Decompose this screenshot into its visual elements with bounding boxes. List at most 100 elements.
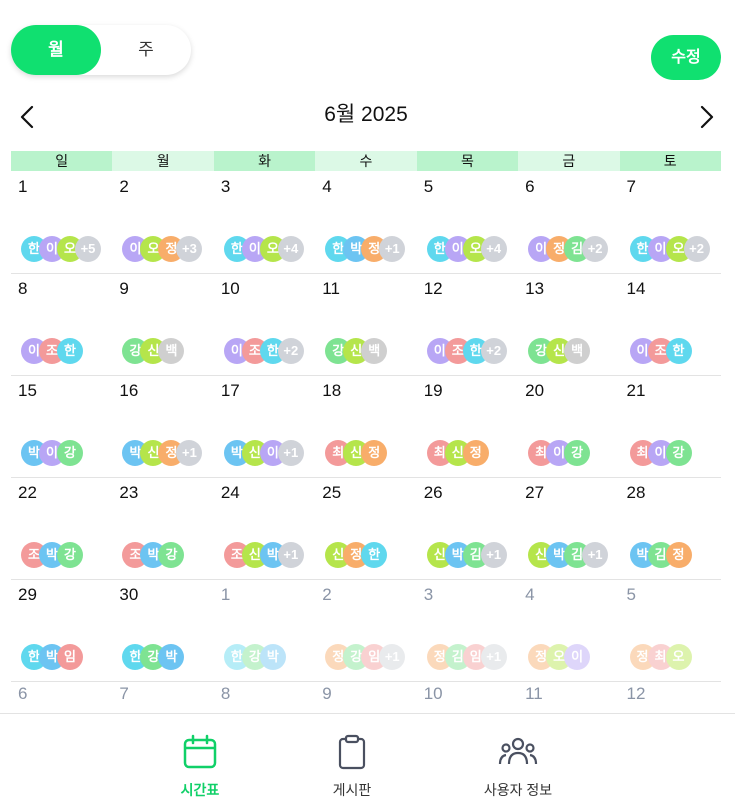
avatar: 정 bbox=[462, 440, 489, 466]
day-number: 21 bbox=[626, 381, 646, 400]
calendar-day-cell[interactable]: 5정최오 bbox=[620, 580, 721, 681]
day-number: 23 bbox=[119, 483, 139, 502]
prev-month-button[interactable] bbox=[14, 103, 44, 131]
calendar-day-cell[interactable]: 20 최 이 강 bbox=[518, 376, 619, 477]
calendar-day-cell[interactable]: 6 bbox=[11, 679, 112, 709]
avatar: 백 bbox=[564, 338, 591, 364]
bottom-tab-bar: 시간표 게시판 사용자 정보 bbox=[0, 713, 735, 811]
weekday-label: 목 bbox=[416, 151, 519, 171]
calendar-day-cell[interactable]: 10 이 조 한 +2 bbox=[214, 274, 315, 375]
more-count-badge: +4 bbox=[277, 236, 304, 262]
calendar-day-cell[interactable]: 28 박 김 정 bbox=[620, 478, 721, 579]
more-count-badge: +1 bbox=[277, 542, 304, 568]
calendar-day-cell[interactable]: 21 최 이 강 bbox=[620, 376, 721, 477]
calendar-day-cell[interactable]: 3 한 이 오 +4 bbox=[214, 172, 315, 273]
next-month-button[interactable] bbox=[692, 103, 722, 131]
day-number: 15 bbox=[18, 381, 37, 400]
day-number: 19 bbox=[423, 381, 443, 400]
day-number: 26 bbox=[423, 483, 443, 502]
day-number: 22 bbox=[18, 483, 37, 502]
calendar-day-cell[interactable]: 22 조 박 강 bbox=[11, 478, 112, 579]
calendar-day-cell[interactable]: 8이조한 bbox=[11, 274, 112, 375]
avatar: 한 bbox=[57, 338, 83, 364]
calendar-day-cell[interactable]: 10 bbox=[417, 679, 518, 709]
calendar-grid: 1 한 이 오 +5 2 이 오 정 +3 3 한 이 오 +4 4 한 박 정 +1 5 한 이 오 +4 6 이 정 김 +2 7 한 이 오… bbox=[11, 172, 721, 682]
calendar-day-cell[interactable]: 24 조 신 박 +1 bbox=[214, 478, 315, 579]
calendar-day-cell[interactable]: 4정오이 bbox=[518, 580, 619, 681]
day-number: 7 bbox=[119, 684, 129, 703]
day-number: 29 bbox=[18, 585, 37, 604]
edit-button[interactable]: 수정 bbox=[651, 35, 721, 80]
day-number: 5 bbox=[626, 585, 636, 604]
avatar: 이 bbox=[564, 644, 591, 670]
day-number: 11 bbox=[322, 279, 340, 298]
calendar-day-cell[interactable]: 19 최 신 정 bbox=[417, 376, 518, 477]
day-number: 11 bbox=[525, 684, 543, 703]
calendar-day-cell[interactable]: 9강신백 bbox=[112, 274, 213, 375]
calendar-day-cell[interactable]: 6 이 정 김 +2 bbox=[518, 172, 619, 273]
calendar-day-cell[interactable]: 7 한 이 오 +2 bbox=[620, 172, 721, 273]
calendar-day-cell[interactable]: 5 한 이 오 +4 bbox=[417, 172, 518, 273]
more-count-badge: +2 bbox=[277, 338, 304, 364]
calendar-day-cell[interactable]: 23 조 박 강 bbox=[112, 478, 213, 579]
day-number: 4 bbox=[322, 177, 332, 196]
calendar-day-cell[interactable]: 15 박 이 강 bbox=[11, 376, 112, 477]
weekday-label: 월 bbox=[112, 151, 214, 171]
day-number: 8 bbox=[220, 684, 231, 703]
day-number: 6 bbox=[525, 177, 535, 196]
weekday-header: 일 월 화 수 목 금 토 bbox=[11, 151, 721, 171]
day-number: 12 bbox=[423, 279, 443, 298]
tab-board[interactable]: 게시판 bbox=[292, 734, 412, 800]
calendar-day-cell[interactable]: 14 이 조 한 bbox=[620, 274, 721, 375]
calendar-day-cell[interactable]: 8 bbox=[214, 679, 315, 709]
avatar: 백 bbox=[361, 338, 388, 364]
more-count-badge: +1 bbox=[176, 440, 203, 466]
calendar-day-cell[interactable]: 29 한 박 임 bbox=[11, 580, 112, 681]
tab-label: 사용자 정보 bbox=[483, 782, 553, 798]
calendar-day-cell[interactable]: 12 bbox=[620, 679, 721, 709]
weekday-label: 수 bbox=[315, 151, 417, 171]
calendar-day-cell[interactable]: 4 한 박 정 +1 bbox=[315, 172, 416, 273]
tab-user-info[interactable]: 사용자 정보 bbox=[458, 734, 578, 800]
more-count-badge: +5 bbox=[75, 236, 101, 262]
calendar-day-cell[interactable]: 1 한 이 오 +5 bbox=[11, 172, 112, 273]
avatar: 강 bbox=[57, 542, 83, 568]
day-number: 18 bbox=[322, 381, 342, 400]
view-toggle: 월 주 bbox=[11, 25, 191, 75]
day-number: 6 bbox=[18, 684, 28, 703]
avatar: 강 bbox=[564, 440, 591, 466]
day-number: 17 bbox=[220, 381, 240, 400]
calendar-week-row: 22 조 박 강 23 조 박 강 24 조 신 박 +1 25 신 정 한 26 신 박 김 +1 27 신 박 김 +1 28 박 김… bbox=[11, 478, 721, 580]
calendar-day-cell[interactable]: 26 신 박 김 +1 bbox=[417, 478, 518, 579]
avatar: 정 bbox=[361, 440, 388, 466]
calendar-day-cell[interactable]: 1한강박 bbox=[214, 580, 315, 681]
avatar: 박 bbox=[158, 644, 185, 670]
calendar-day-cell[interactable]: 16 박 신 정 +1 bbox=[112, 376, 213, 477]
calendar-day-cell[interactable]: 9 bbox=[315, 679, 416, 709]
chevron-left-icon bbox=[20, 105, 34, 129]
more-count-badge: +1 bbox=[277, 440, 304, 466]
calendar-day-cell[interactable]: 3 정 김 임 +1 bbox=[417, 580, 518, 681]
calendar-day-cell[interactable]: 11 강 신 백 bbox=[315, 274, 416, 375]
day-number: 3 bbox=[220, 177, 231, 196]
calendar-day-cell[interactable]: 18 최 신 정 bbox=[315, 376, 416, 477]
calendar-day-cell[interactable]: 30 한 강 박 bbox=[112, 580, 213, 681]
users-icon bbox=[498, 737, 538, 765]
more-count-badge: +2 bbox=[582, 236, 609, 262]
month-view-button[interactable]: 월 bbox=[11, 25, 101, 75]
calendar-day-cell[interactable]: 2 정 강 임 +1 bbox=[315, 580, 416, 681]
calendar-day-cell[interactable]: 11 bbox=[518, 679, 619, 709]
calendar-day-cell[interactable]: 27 신 박 김 +1 bbox=[518, 478, 619, 579]
calendar-row-next-month: 6 7 8 9 10 11 12 bbox=[11, 679, 721, 709]
calendar-day-cell[interactable]: 25 신 정 한 bbox=[315, 478, 416, 579]
calendar-day-cell[interactable]: 13 강 신 백 bbox=[518, 274, 619, 375]
week-view-button[interactable]: 주 bbox=[101, 25, 191, 75]
day-number: 4 bbox=[525, 585, 535, 604]
calendar-day-cell[interactable]: 7 bbox=[112, 679, 213, 709]
calendar-day-cell[interactable]: 12 이 조 한 +2 bbox=[417, 274, 518, 375]
calendar-day-cell[interactable]: 17 박 신 이 +1 bbox=[214, 376, 315, 477]
chevron-right-icon bbox=[700, 105, 714, 129]
day-number: 2 bbox=[119, 177, 129, 196]
calendar-day-cell[interactable]: 2 이 오 정 +3 bbox=[112, 172, 213, 273]
tab-timetable[interactable]: 시간표 bbox=[140, 734, 260, 800]
